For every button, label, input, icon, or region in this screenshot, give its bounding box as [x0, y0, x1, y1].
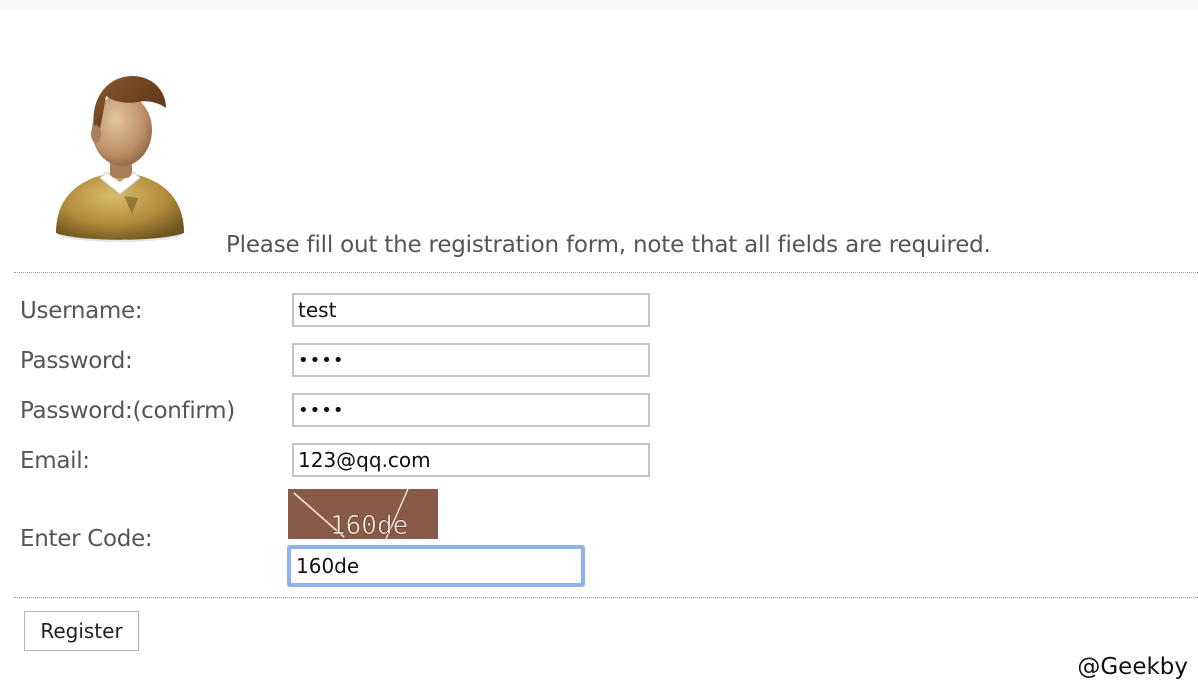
captcha-image: 160de [288, 489, 438, 539]
code-label: Enter Code: [20, 526, 153, 552]
email-input[interactable] [292, 443, 650, 477]
username-input[interactable] [292, 293, 650, 327]
top-bar [0, 0, 1198, 10]
user-avatar-icon [56, 76, 184, 242]
top-divider [14, 272, 1198, 273]
password-confirm-label: Password:(confirm) [20, 398, 235, 424]
password-confirm-input[interactable] [292, 393, 650, 427]
password-input[interactable] [292, 343, 650, 377]
password-label: Password: [20, 348, 133, 374]
code-input[interactable] [287, 545, 585, 587]
email-label: Email: [20, 448, 90, 474]
bottom-divider [14, 597, 1198, 598]
captcha-text: 160de [330, 511, 408, 539]
form-instructions: Please fill out the registration form, n… [226, 232, 991, 258]
register-button[interactable]: Register [24, 611, 139, 651]
username-label: Username: [20, 298, 143, 324]
watermark: @Geekby [1077, 654, 1188, 680]
